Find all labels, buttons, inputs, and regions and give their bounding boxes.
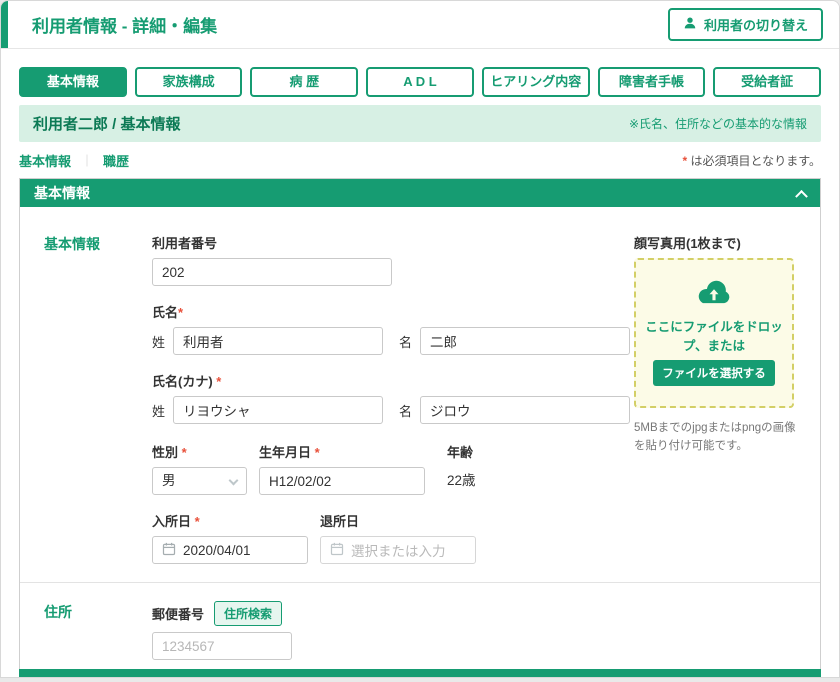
postal-code-input[interactable] [152,632,292,660]
birthdate-label: 生年月日 * [259,442,425,461]
firstname-kana-label: 名 [399,401,412,420]
tab-basic-info[interactable]: 基本情報 [19,67,127,97]
birthdate-input[interactable] [259,467,425,495]
required-asterisk: * [315,445,320,460]
gender-birth-age-row: 性別 * 男 生年月日 * [152,442,634,495]
address-search-button[interactable]: 住所検索 [214,601,282,626]
tab-beneficiary-cert[interactable]: 受給者証 [713,67,821,97]
group-label-basic: 基本情報 [44,233,152,564]
tab-medical-history[interactable]: 病 歴 [250,67,358,97]
name-label: 氏名* [152,302,634,321]
link-basic-info[interactable]: 基本情報 [19,151,71,170]
required-note: * は必須項目となります。 [683,152,821,169]
top-header: 利用者情報 - 詳細・編集 利用者の切り替え [1,1,839,49]
calendar-icon [330,542,344,559]
photo-column: 顔写真用(1枚まで) ここにファイルをドロップ、または ファイルを選択する 5M… [634,233,798,564]
admission-date-input[interactable]: 2020/04/01 [152,536,308,564]
basic-info-section-header[interactable]: 基本情報 [20,179,820,207]
subheader-title: 利用者二郎 / 基本情報 [33,113,181,134]
admission-date-value: 2020/04/01 [183,543,251,558]
user-number-input[interactable] [152,258,392,286]
required-asterisk: * [178,305,183,320]
header-accent-bar [1,1,8,48]
link-separator: ｜ [81,152,93,169]
firstname-input[interactable] [420,327,630,355]
gender-label: 性別 * [152,442,247,461]
photo-label: 顔写真用(1枚まで) [634,233,798,252]
tab-hearing[interactable]: ヒアリング内容 [482,67,590,97]
tab-family[interactable]: 家族構成 [135,67,243,97]
basic-info-group: 基本情報 利用者番号 氏名* 姓 [44,233,798,564]
person-icon [683,16,697,33]
section-nav-row: 基本情報 ｜ 職歴 * は必須項目となります。 [19,151,821,170]
required-note-text: は必須項目となります。 [691,154,821,168]
lastname-label: 姓 [152,332,165,351]
cloud-upload-icon [695,280,733,313]
firstname-label: 名 [399,332,412,351]
basic-info-section-body: 基本情報 利用者番号 氏名* 姓 [20,207,820,678]
user-number-label: 利用者番号 [152,233,634,252]
subheader-note: ※氏名、住所などの基本的な情報 [629,115,807,132]
name-row: 氏名* 姓 名 [152,302,634,355]
postal-code-label: 郵便番号 [152,604,204,623]
subheader: 利用者二郎 / 基本情報 ※氏名、住所などの基本的な情報 [19,105,821,142]
discharge-label: 退所日 [320,511,476,530]
tab-bar: 基本情報 家族構成 病 歴 A D L ヒアリング内容 障害者手帳 受給者証 [19,67,821,97]
chevron-down-icon [229,476,239,486]
lastname-input[interactable] [173,327,383,355]
required-asterisk: * [195,514,200,529]
kana-label: 氏名(カナ) * [152,371,634,390]
switch-user-label: 利用者の切り替え [704,15,808,34]
discharge-date-input[interactable]: 選択または入力 [320,536,476,564]
dropzone-text: ここにファイルをドロップ、または [642,318,786,356]
group-label-address: 住所 [44,601,152,678]
photo-dropzone[interactable]: ここにファイルをドロップ、または ファイルを選択する [634,258,794,408]
tab-disability-notebook[interactable]: 障害者手帳 [598,67,706,97]
lastname-kana-input[interactable] [173,396,383,424]
age-value: 22歳 [447,467,476,495]
address-fields: 郵便番号 住所検索 住所 [152,601,798,678]
chevron-up-icon[interactable] [795,189,808,202]
dates-row: 入所日 * 2020/04/01 退所日 [152,511,634,564]
next-section-header[interactable] [19,669,821,678]
switch-user-button[interactable]: 利用者の切り替え [668,8,823,41]
basic-fields: 利用者番号 氏名* 姓 名 [152,233,634,564]
section-title: 基本情報 [34,183,90,203]
required-asterisk: * [182,445,187,460]
admission-label: 入所日 * [152,511,308,530]
required-asterisk: * [216,374,221,389]
photo-note: 5MBまでのjpgまたはpngの画像を貼り付け可能です。 [634,420,798,456]
user-number-row: 利用者番号 [152,233,634,286]
address-group: 住所 郵便番号 住所検索 住所 [44,583,798,678]
tab-adl[interactable]: A D L [366,67,474,97]
required-asterisk: * [683,154,688,168]
link-work-history[interactable]: 職歴 [103,151,129,170]
select-file-button[interactable]: ファイルを選択する [653,360,775,386]
user-info-page: 利用者情報 - 詳細・編集 利用者の切り替え 基本情報 家族構成 病 歴 A D… [0,0,840,678]
page-title: 利用者情報 - 詳細・編集 [32,12,217,37]
gender-select[interactable]: 男 [152,467,247,495]
age-label: 年齢 [447,442,476,461]
basic-info-panel: 基本情報 基本情報 利用者番号 氏名* [19,178,821,678]
discharge-date-placeholder: 選択または入力 [351,540,446,560]
calendar-icon [162,542,176,559]
kana-row: 氏名(カナ) * 姓 名 [152,371,634,424]
lastname-kana-label: 姓 [152,401,165,420]
firstname-kana-input[interactable] [420,396,630,424]
